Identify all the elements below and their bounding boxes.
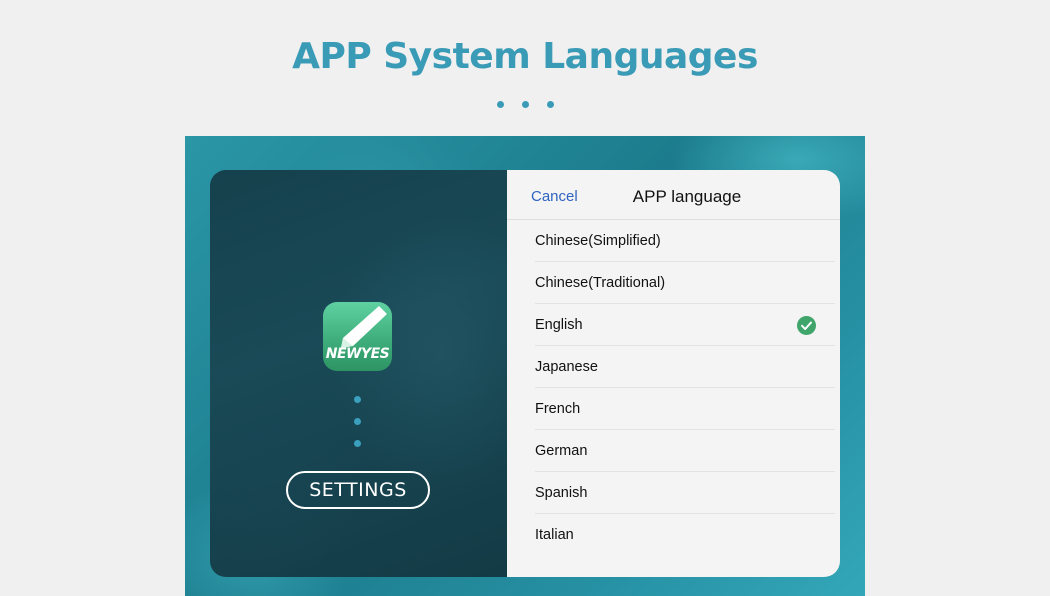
language-sheet: Cancel APP language Chinese(Simplified) C… bbox=[507, 170, 840, 577]
sheet-title: APP language bbox=[632, 187, 742, 206]
language-option-label: Japanese bbox=[535, 359, 598, 375]
dot bbox=[546, 101, 554, 108]
dot bbox=[354, 396, 361, 403]
app-icon-label: NEWYES bbox=[325, 346, 390, 362]
sheet-header: Cancel APP language bbox=[507, 170, 840, 220]
language-option[interactable]: Italian bbox=[535, 514, 835, 556]
dot bbox=[496, 101, 504, 108]
language-option[interactable]: French bbox=[535, 388, 835, 430]
screenshot-frame: NEWYES SETTINGS Cancel APP language Chin… bbox=[185, 136, 865, 596]
settings-button[interactable]: SETTINGS bbox=[286, 471, 430, 509]
check-circle-icon bbox=[797, 316, 816, 335]
language-option[interactable]: German bbox=[535, 430, 835, 472]
settings-backdrop: NEWYES SETTINGS bbox=[210, 170, 540, 577]
language-option[interactable]: Chinese(Traditional) bbox=[535, 262, 835, 304]
language-option[interactable]: Japanese bbox=[535, 346, 835, 388]
language-option-label: Italian bbox=[535, 527, 574, 543]
language-option-label: Chinese(Simplified) bbox=[535, 233, 661, 249]
language-option-label: Spanish bbox=[535, 485, 588, 501]
language-list: Chinese(Simplified) Chinese(Traditional) E… bbox=[507, 220, 840, 556]
dot bbox=[354, 418, 361, 425]
dot bbox=[521, 101, 529, 108]
language-option[interactable]: Spanish bbox=[535, 472, 835, 514]
page-title: APP System Languages bbox=[292, 36, 758, 77]
language-option[interactable]: Chinese(Simplified) bbox=[535, 220, 835, 262]
language-option[interactable]: English bbox=[535, 304, 835, 346]
language-option-label: English bbox=[535, 317, 583, 333]
title-dots-divider bbox=[0, 101, 1050, 108]
language-option-label: French bbox=[535, 401, 581, 417]
dot bbox=[354, 440, 361, 447]
language-option-label: German bbox=[535, 443, 588, 459]
language-option-label: Chinese(Traditional) bbox=[535, 275, 666, 291]
app-icon[interactable]: NEWYES bbox=[323, 302, 392, 371]
